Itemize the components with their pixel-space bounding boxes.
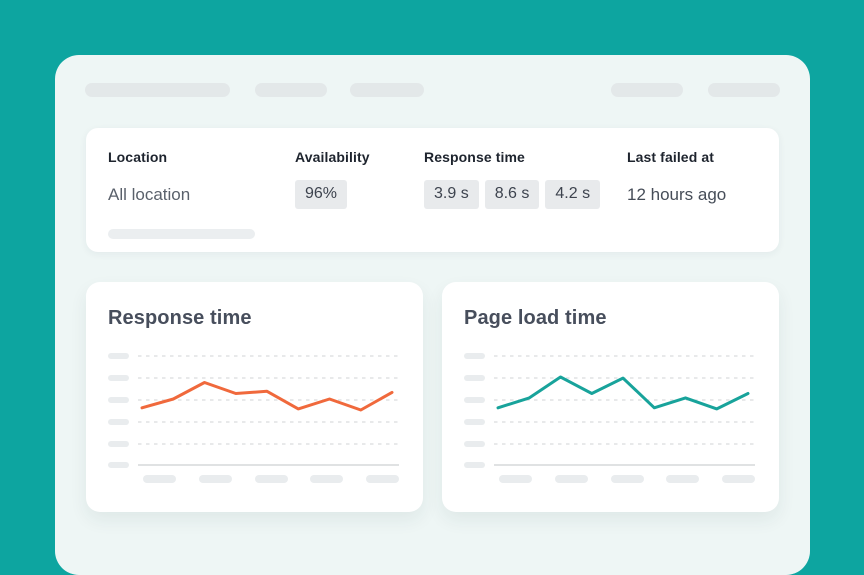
y-axis-skeleton-label <box>464 441 485 447</box>
chart-title: Response time <box>108 307 252 330</box>
y-axis-skeleton-label <box>464 419 485 425</box>
x-axis-skeleton-label <box>499 475 532 483</box>
y-axis-skeleton-label <box>108 353 129 359</box>
column-header-location: Location <box>108 149 167 165</box>
y-axis-skeleton-label <box>108 441 129 447</box>
availability-badge: 96% <box>295 180 347 209</box>
y-axis-skeleton-label <box>108 462 129 468</box>
y-axis-skeleton-label <box>464 353 485 359</box>
column-header-availability: Availability <box>295 149 370 165</box>
topbar-skeleton-pill <box>611 83 683 97</box>
chart-plot <box>86 342 423 492</box>
page-load-time-chart-card: Page load time <box>442 282 779 512</box>
column-header-last-failed: Last failed at <box>627 149 714 165</box>
column-header-response-time: Response time <box>424 149 525 165</box>
chart-line <box>142 383 392 411</box>
chart-title: Page load time <box>464 307 607 330</box>
table-skeleton-pill <box>108 229 255 239</box>
x-axis-skeleton-label <box>310 475 343 483</box>
chart-line <box>498 377 748 409</box>
response-time-badge: 3.9 s <box>424 180 479 209</box>
topbar-skeleton-pill <box>85 83 230 97</box>
x-axis-skeleton-label <box>611 475 644 483</box>
x-axis-skeleton-label <box>199 475 232 483</box>
page-background: { "colors": { "page_background": "#0da5a… <box>0 0 864 540</box>
response-time-chart-card: Response time <box>86 282 423 512</box>
y-axis-skeleton-label <box>464 462 485 468</box>
response-time-badge: 4.2 s <box>545 180 600 209</box>
x-axis-skeleton-label <box>143 475 176 483</box>
status-table-card: Location Availability Response time Last… <box>86 128 779 252</box>
response-time-badge: 8.6 s <box>485 180 540 209</box>
topbar-skeleton-pill <box>255 83 327 97</box>
page-load-time-chart <box>442 342 779 492</box>
app-window: Location Availability Response time Last… <box>55 55 810 575</box>
x-axis-skeleton-label <box>255 475 288 483</box>
response-time-chart <box>86 342 423 492</box>
x-axis-skeleton-label <box>366 475 399 483</box>
x-axis-skeleton-label <box>555 475 588 483</box>
y-axis-skeleton-label <box>464 397 485 403</box>
x-axis-skeleton-label <box>666 475 699 483</box>
last-failed-value: 12 hours ago <box>627 185 726 205</box>
y-axis-skeleton-label <box>464 375 485 381</box>
y-axis-skeleton-label <box>108 375 129 381</box>
chart-plot <box>442 342 779 492</box>
x-axis-skeleton-label <box>722 475 755 483</box>
topbar-skeleton-pill <box>708 83 780 97</box>
y-axis-skeleton-label <box>108 419 129 425</box>
topbar-skeleton-pill <box>350 83 424 97</box>
y-axis-skeleton-label <box>108 397 129 403</box>
location-value: All location <box>108 185 190 205</box>
